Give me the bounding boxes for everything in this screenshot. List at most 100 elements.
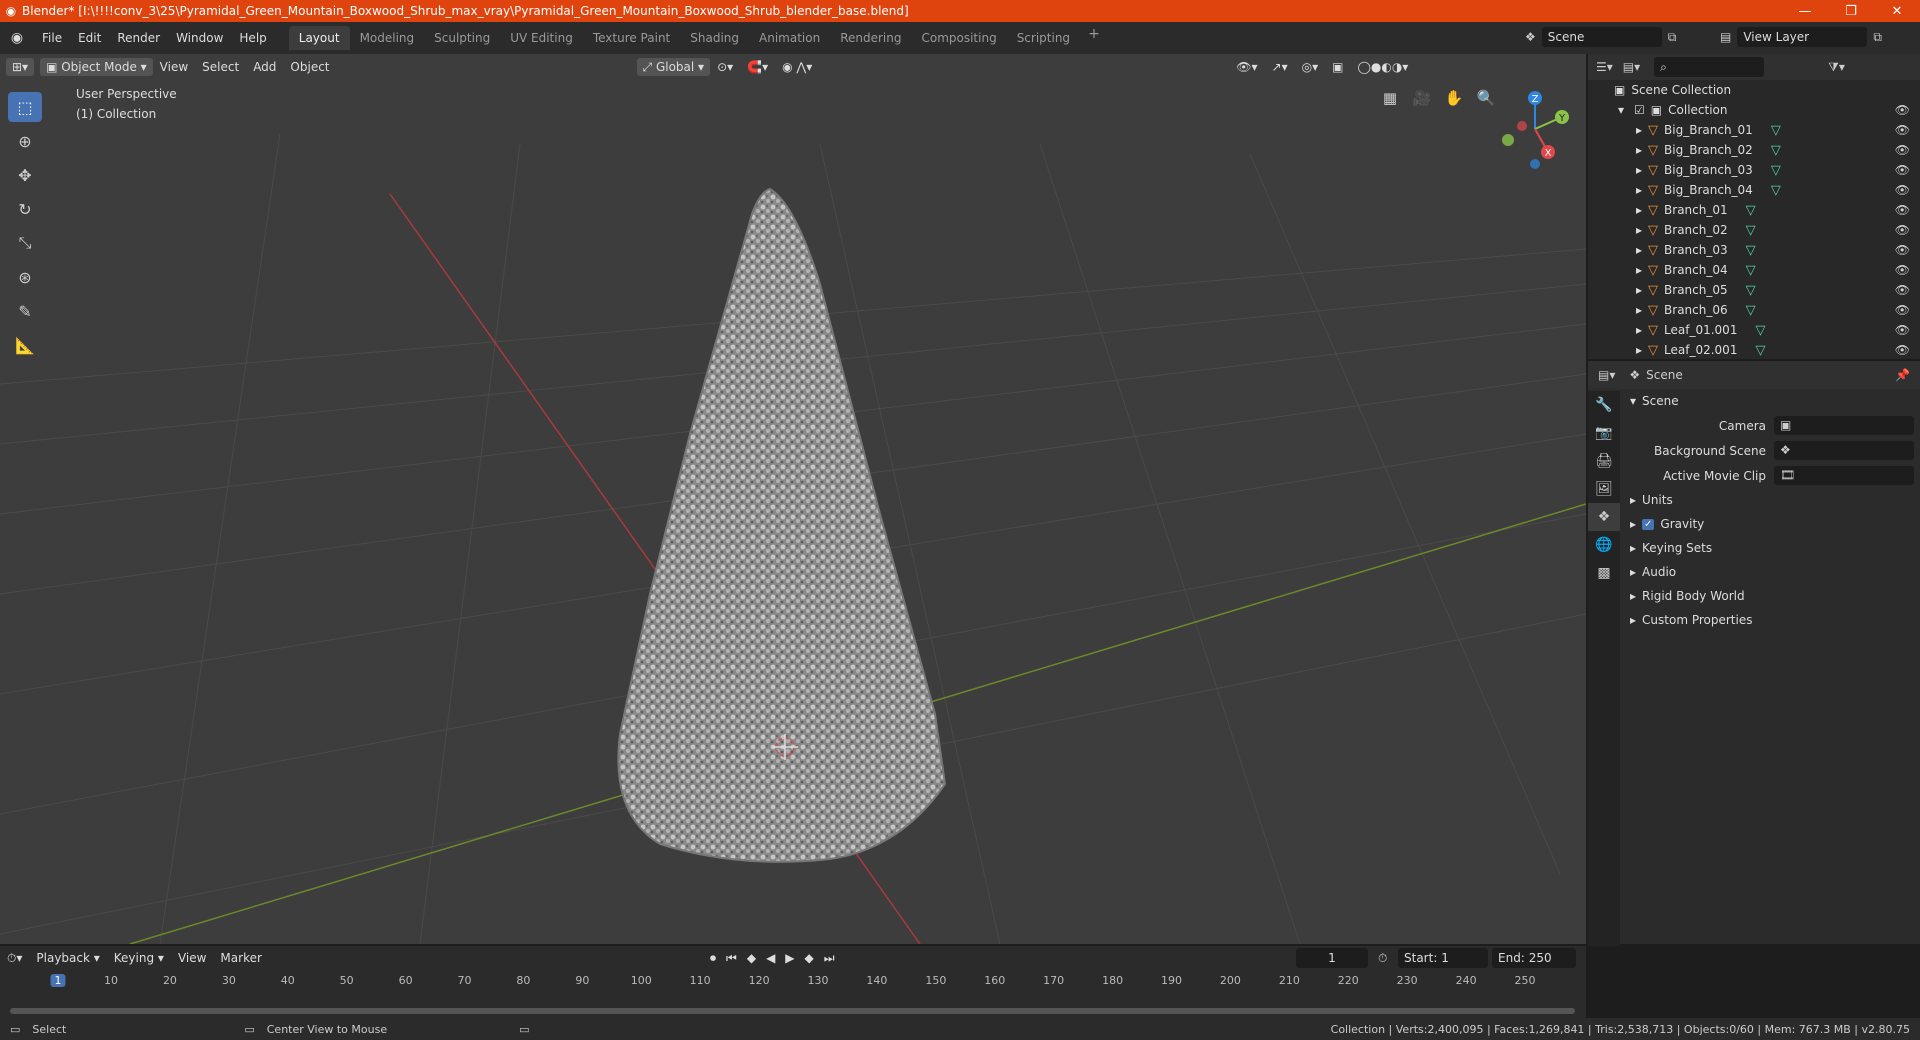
list-item[interactable]: ▸ ▽ Branch_02 ▽ 👁 (1588, 220, 1920, 240)
keying-sets-subsection[interactable]: ▸ Keying Sets (1620, 536, 1920, 560)
xray-icon[interactable]: ▣ (1325, 60, 1350, 74)
transform-orientation-dropdown[interactable]: ⤢ Global ▾ (636, 58, 711, 76)
scene-name-field[interactable]: Scene (1541, 27, 1662, 47)
list-item[interactable]: ▸ ▽ Big_Branch_03 ▽ 👁 (1588, 160, 1920, 180)
collection-row[interactable]: ▾ ☑ ▣ Collection 👁 (1588, 100, 1920, 120)
scene-selector[interactable]: ❖ Scene ⧉ (1525, 25, 1705, 49)
custom-properties-subsection[interactable]: ▸ Custom Properties (1620, 608, 1920, 632)
list-item[interactable]: ▸ ▽ Branch_03 ▽ 👁 (1588, 240, 1920, 260)
minimize-button[interactable]: — (1782, 4, 1828, 19)
end-frame-field[interactable]: End: 250 (1492, 948, 1576, 968)
tab-sculpting[interactable]: Sculpting (424, 26, 500, 50)
new-view-layer-icon[interactable]: ⧉ (1873, 30, 1882, 45)
gravity-subsection[interactable]: ▸ ✓ Gravity (1620, 512, 1920, 536)
eye-icon[interactable]: 👁 (1895, 143, 1910, 157)
menu-edit[interactable]: Edit (70, 22, 109, 54)
eye-icon[interactable]: 👁 (1895, 343, 1910, 357)
next-keyframe-icon[interactable]: ◆ (805, 951, 814, 966)
gravity-checkbox-icon[interactable]: ✓ (1642, 518, 1655, 530)
jump-end-icon[interactable]: ⏭ (824, 951, 835, 966)
scale-icon[interactable]: ⤡ (8, 228, 42, 258)
current-frame-marker[interactable]: 1 (50, 974, 66, 987)
scene-canvas[interactable] (0, 54, 1586, 944)
jump-start-icon[interactable]: ⏮ (726, 951, 737, 966)
cursor-icon[interactable]: ⊕ (8, 126, 42, 156)
audio-subsection[interactable]: ▸ Audio (1620, 560, 1920, 584)
tab-rendering[interactable]: Rendering (830, 26, 911, 50)
proportional-edit-icon[interactable]: ◉ ⋀▾ (775, 60, 819, 74)
outliner-search-input[interactable]: ⌕ (1654, 57, 1765, 77)
menu-help[interactable]: Help (231, 22, 274, 54)
menu-render[interactable]: Render (109, 22, 168, 54)
playback-menu[interactable]: Playback ▾ (29, 951, 106, 965)
scene-section-header[interactable]: ▾ Scene (1620, 389, 1920, 413)
record-icon[interactable]: ⏺ (710, 951, 716, 966)
expand-icon[interactable]: ▸ (1636, 163, 1642, 177)
background-scene-field[interactable]: ❖ (1774, 441, 1914, 460)
tool-props-icon[interactable]: 🔧 (1588, 391, 1620, 419)
rigid-body-world-subsection[interactable]: ▸ Rigid Body World (1620, 584, 1920, 608)
visibility-icon[interactable]: 👁▾ (1229, 60, 1264, 74)
3d-viewport[interactable]: ⊞▾ ▣ Object Mode ▾ View Select Add Objec… (0, 54, 1586, 944)
timeline-view-menu[interactable]: View (171, 951, 213, 965)
keying-menu[interactable]: Keying ▾ (107, 951, 171, 965)
active-movie-clip-field[interactable]: 🎞 (1774, 466, 1914, 485)
editor-type-icon[interactable]: ⊞▾ (6, 58, 35, 76)
expand-icon[interactable]: ▸ (1636, 323, 1642, 337)
render-props-icon[interactable]: 📷 (1588, 419, 1620, 447)
eye-icon[interactable]: 👁 (1895, 203, 1910, 217)
properties-editor-icon[interactable]: ▤▾ (1598, 368, 1615, 382)
add-workspace-icon[interactable]: + (1080, 26, 1108, 50)
collection-checkbox-icon[interactable]: ☑ (1634, 103, 1645, 117)
tab-layout[interactable]: Layout (288, 26, 350, 50)
list-item[interactable]: ▸ ▽ Big_Branch_04 ▽ 👁 (1588, 180, 1920, 200)
tab-texture-paint[interactable]: Texture Paint (583, 26, 680, 50)
play-icon[interactable]: ▶ (785, 951, 794, 966)
eye-icon[interactable]: 👁 (1895, 123, 1910, 137)
eye-icon[interactable]: 👁 (1895, 303, 1910, 317)
transform-icon[interactable]: ⊛ (8, 262, 42, 292)
eye-icon[interactable]: 👁 (1895, 163, 1910, 177)
eye-icon[interactable]: 👁 (1895, 103, 1910, 117)
overlay-icon[interactable]: ◎▾ (1295, 60, 1326, 74)
collapse-icon[interactable]: ▾ (1618, 103, 1624, 117)
play-reverse-icon[interactable]: ◀ (766, 951, 775, 966)
view-layer-field[interactable]: View Layer (1737, 27, 1868, 47)
expand-icon[interactable]: ▸ (1636, 203, 1642, 217)
list-item[interactable]: ▸ ▽ Branch_06 ▽ 👁 (1588, 300, 1920, 320)
start-frame-field[interactable]: Start: 1 (1398, 948, 1488, 968)
snap-icon[interactable]: 🧲▾ (740, 60, 775, 74)
navigation-gizmo[interactable]: Z Y X (1490, 84, 1580, 174)
shading-modes-icon[interactable]: ◯●◐◑▾ (1350, 60, 1415, 74)
filter-icon[interactable]: ⧩▾ (1828, 60, 1845, 75)
expand-icon[interactable]: ▸ (1636, 143, 1642, 157)
scene-tab-icon[interactable]: ❖ (1588, 503, 1620, 531)
expand-icon[interactable]: ▸ (1636, 343, 1642, 357)
viewport-menu-add[interactable]: Add (246, 60, 283, 74)
pin-icon[interactable]: 📌 (1895, 368, 1910, 382)
eye-icon[interactable]: 👁 (1895, 263, 1910, 277)
expand-icon[interactable]: ▸ (1636, 243, 1642, 257)
eye-icon[interactable]: 👁 (1895, 283, 1910, 297)
eye-icon[interactable]: 👁 (1895, 183, 1910, 197)
grid-view-icon[interactable]: ▦ (1378, 86, 1402, 110)
expand-icon[interactable]: ▸ (1636, 303, 1642, 317)
expand-icon[interactable]: ▸ (1636, 123, 1642, 137)
view-layer-selector[interactable]: ▤ View Layer ⧉ (1720, 25, 1915, 49)
timeline-scrollbar[interactable] (10, 1008, 1575, 1014)
timeline-editor-icon[interactable]: ⏱▾ (0, 951, 29, 966)
gizmo-toggle-icon[interactable]: ↗▾ (1265, 60, 1295, 74)
tab-modeling[interactable]: Modeling (350, 26, 425, 50)
camera-field[interactable]: ▣ (1774, 416, 1914, 435)
list-item[interactable]: ▸ ▽ Big_Branch_02 ▽ 👁 (1588, 140, 1920, 160)
units-subsection[interactable]: ▸ Units (1620, 488, 1920, 512)
menu-window[interactable]: Window (168, 22, 231, 54)
tab-uv-editing[interactable]: UV Editing (500, 26, 583, 50)
marker-menu[interactable]: Marker (213, 951, 268, 965)
view-layer-props-icon[interactable]: 🖼 (1588, 475, 1620, 503)
eye-icon[interactable]: 👁 (1895, 243, 1910, 257)
restore-button[interactable]: ❐ (1828, 4, 1874, 19)
display-mode-icon[interactable]: ▤▾ (1623, 60, 1640, 74)
object-mode-dropdown[interactable]: ▣ Object Mode ▾ (40, 58, 153, 76)
output-props-icon[interactable]: 🖨 (1588, 447, 1620, 475)
